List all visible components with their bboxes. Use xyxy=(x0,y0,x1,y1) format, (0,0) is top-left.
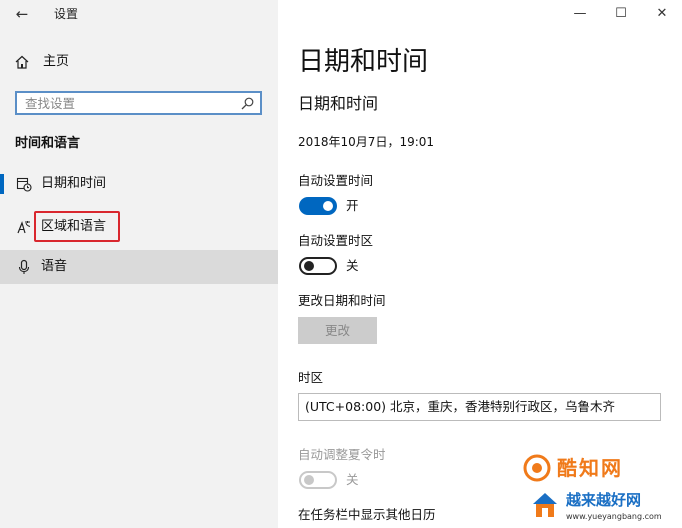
section-heading: 日期和时间 xyxy=(298,94,379,113)
timezone-select[interactable]: (UTC+08:00) 北京，重庆，香港特别行政区，乌鲁木齐 xyxy=(298,393,661,421)
watermark-yueyang: 越来越好网 www.yueyangbang.com xyxy=(530,488,680,526)
taskbar-calendar-label: 在任务栏中显示其他日历 xyxy=(298,507,436,522)
minimize-button[interactable]: — xyxy=(570,4,590,24)
auto-time-toggle[interactable] xyxy=(299,197,337,215)
section-title: 时间和语言 xyxy=(15,136,81,151)
search-input[interactable]: 查找设置 xyxy=(15,91,262,115)
watermark-house-icon xyxy=(533,493,557,517)
timezone-value: (UTC+08:00) 北京，重庆，香港特别行政区，乌鲁木齐 xyxy=(305,399,616,414)
auto-time-state: 开 xyxy=(346,198,359,213)
sidebar-item-label: 日期和时间 xyxy=(41,176,107,191)
change-datetime-button[interactable]: 更改 xyxy=(298,317,377,344)
timezone-label: 时区 xyxy=(298,370,324,385)
watermark-url: www.yueyangbang.com xyxy=(566,512,662,521)
toggle-knob xyxy=(304,475,314,485)
dst-toggle[interactable] xyxy=(299,471,337,489)
sidebar: ← 设置 主页 查找设置 时间和语言 日期和时间 区域和语言 语音 xyxy=(0,0,278,528)
active-indicator xyxy=(0,174,4,194)
watermark-logo-icon xyxy=(523,454,551,482)
microphone-icon xyxy=(18,259,30,274)
search-icon[interactable] xyxy=(241,97,254,110)
current-datetime: 2018年10月7日，19:01 xyxy=(298,135,435,149)
watermark-text: 酷知网 xyxy=(557,456,623,480)
dst-state: 关 xyxy=(346,472,359,487)
auto-time-label: 自动设置时间 xyxy=(298,173,374,188)
sidebar-item-home[interactable]: 主页 xyxy=(0,50,278,76)
toggle-knob xyxy=(323,201,333,211)
home-icon xyxy=(15,55,29,69)
dst-label: 自动调整夏令时 xyxy=(298,447,386,462)
sidebar-item-speech[interactable]: 语音 xyxy=(0,250,278,284)
auto-timezone-toggle[interactable] xyxy=(299,257,337,275)
back-icon[interactable]: ← xyxy=(14,5,30,23)
sidebar-item-label: 主页 xyxy=(43,54,70,69)
sidebar-item-label: 语音 xyxy=(41,259,68,274)
search-placeholder: 查找设置 xyxy=(25,96,76,111)
watermark-kuzhi: 酷知网 xyxy=(523,454,673,486)
maximize-button[interactable]: ☐ xyxy=(611,4,631,24)
change-datetime-label: 更改日期和时间 xyxy=(298,293,386,308)
page-title: 日期和时间 xyxy=(298,47,429,77)
language-icon xyxy=(17,221,31,234)
close-button[interactable]: ✕ xyxy=(652,4,672,24)
sidebar-item-date-time[interactable]: 日期和时间 xyxy=(0,167,278,201)
auto-timezone-state: 关 xyxy=(346,258,359,273)
auto-timezone-label: 自动设置时区 xyxy=(298,233,374,248)
calendar-clock-icon xyxy=(16,177,32,192)
main-content: — ☐ ✕ 日期和时间 日期和时间 2018年10月7日，19:01 自动设置时… xyxy=(278,0,682,528)
toggle-knob xyxy=(304,261,314,271)
highlight-annotation xyxy=(34,211,120,242)
watermark-text: 越来越好网 xyxy=(566,491,642,509)
app-title: 设置 xyxy=(54,7,79,21)
